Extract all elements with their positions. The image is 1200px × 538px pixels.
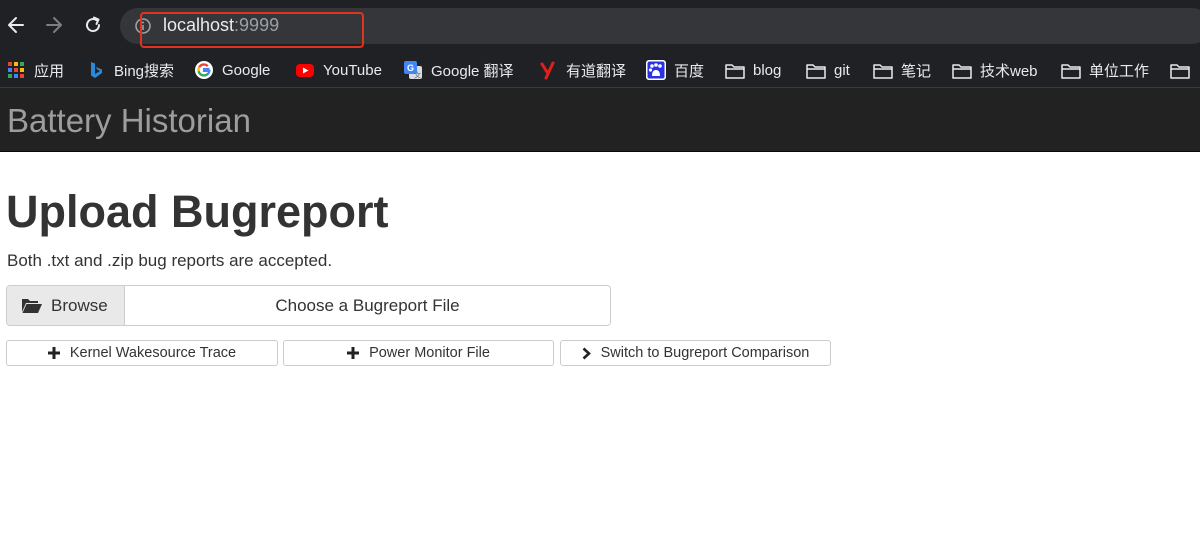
bookmark-folder-blog[interactable]: blog	[725, 52, 781, 88]
bookmark-label: 有道翻译	[566, 62, 627, 80]
svg-text:G: G	[407, 63, 414, 73]
browse-label: Browse	[51, 295, 108, 315]
button-label: Power Monitor File	[369, 345, 490, 361]
bookmark-baidu[interactable]: 百度	[646, 52, 704, 88]
bookmark-label: 笔记	[901, 62, 932, 80]
bookmark-folder-notes[interactable]: 笔记	[873, 52, 931, 88]
bookmark-label: Google 翻译	[431, 62, 514, 80]
youdao-icon	[540, 61, 555, 80]
folder-icon	[806, 64, 826, 79]
youtube-icon	[296, 64, 314, 77]
bugreport-upload-group: Browse Choose a Bugreport File	[6, 285, 611, 326]
file-input-placeholder: Choose a Bugreport File	[275, 295, 460, 315]
app-title[interactable]: Battery Historian	[7, 102, 251, 140]
bookmark-bing[interactable]: Bing搜索	[86, 52, 174, 88]
info-icon[interactable]	[134, 17, 152, 35]
power-monitor-file-button[interactable]: Power Monitor File	[283, 340, 554, 366]
bookmarks-bar: 应用 Bing搜索 Google YouTube G 文 Google 翻译 有…	[0, 52, 1200, 88]
chevron-right-icon	[582, 347, 591, 360]
folder-icon	[1061, 64, 1081, 79]
url-port: :9999	[234, 15, 280, 35]
bookmark-folder-techweb[interactable]: 技术web	[952, 52, 1038, 88]
bookmark-label: git	[834, 61, 850, 79]
bookmark-youtube[interactable]: YouTube	[295, 52, 382, 88]
folder-icon	[952, 64, 972, 79]
address-bar[interactable]: localhost:9999	[120, 8, 1200, 44]
plus-icon	[347, 347, 360, 359]
bookmark-label: YouTube	[323, 61, 382, 79]
reload-button[interactable]	[78, 10, 108, 40]
arrow-left-icon	[8, 17, 24, 33]
bookmark-google[interactable]: Google	[194, 52, 270, 88]
button-label: Switch to Bugreport Comparison	[600, 345, 810, 361]
kernel-wakesource-trace-button[interactable]: Kernel Wakesource Trace	[6, 340, 278, 366]
plus-icon	[47, 347, 60, 359]
browser-toolbar: localhost:9999	[0, 0, 1200, 52]
bugreport-file-input[interactable]: Choose a Bugreport File	[125, 286, 610, 325]
page-title: Upload Bugreport	[6, 186, 389, 237]
bookmark-folder-git[interactable]: git	[806, 52, 850, 88]
button-label: Kernel Wakesource Trace	[69, 345, 237, 361]
folder-open-icon	[22, 299, 42, 313]
baidu-icon	[646, 60, 666, 80]
browse-button[interactable]: Browse	[7, 286, 125, 325]
bookmark-label: blog	[753, 61, 782, 79]
bing-icon	[91, 62, 102, 78]
apps-grid-icon	[6, 60, 26, 80]
forward-button[interactable]	[39, 10, 69, 40]
switch-to-comparison-button[interactable]: Switch to Bugreport Comparison	[560, 340, 831, 366]
url-text[interactable]: localhost:9999	[163, 15, 279, 36]
folder-icon	[725, 64, 745, 79]
app-navbar: Battery Historian	[0, 88, 1200, 152]
bookmark-label: 技术web	[980, 62, 1038, 80]
folder-icon	[873, 64, 893, 79]
svg-text:文: 文	[414, 71, 421, 80]
google-icon	[195, 61, 213, 79]
back-button[interactable]	[1, 10, 31, 40]
bookmark-label: Google	[222, 61, 271, 79]
bookmark-folder-overflow[interactable]	[1170, 52, 1198, 88]
folder-icon	[1170, 64, 1190, 79]
reload-icon	[86, 16, 101, 33]
url-host: localhost	[163, 15, 235, 35]
bookmark-label: 百度	[674, 62, 705, 80]
upload-description: Both .txt and .zip bug reports are accep…	[7, 251, 333, 270]
bookmark-apps[interactable]: 应用	[6, 52, 64, 88]
bookmark-label: 单位工作	[1089, 62, 1150, 80]
arrow-right-icon	[46, 17, 62, 33]
bookmark-label: 应用	[34, 62, 65, 80]
bookmark-label: Bing搜索	[114, 62, 175, 80]
bookmark-youdao[interactable]: 有道翻译	[538, 52, 626, 88]
bookmark-folder-work[interactable]: 单位工作	[1061, 52, 1149, 88]
google-translate-icon: G 文	[404, 61, 422, 80]
bookmark-google-translate[interactable]: G 文 Google 翻译	[403, 52, 514, 88]
